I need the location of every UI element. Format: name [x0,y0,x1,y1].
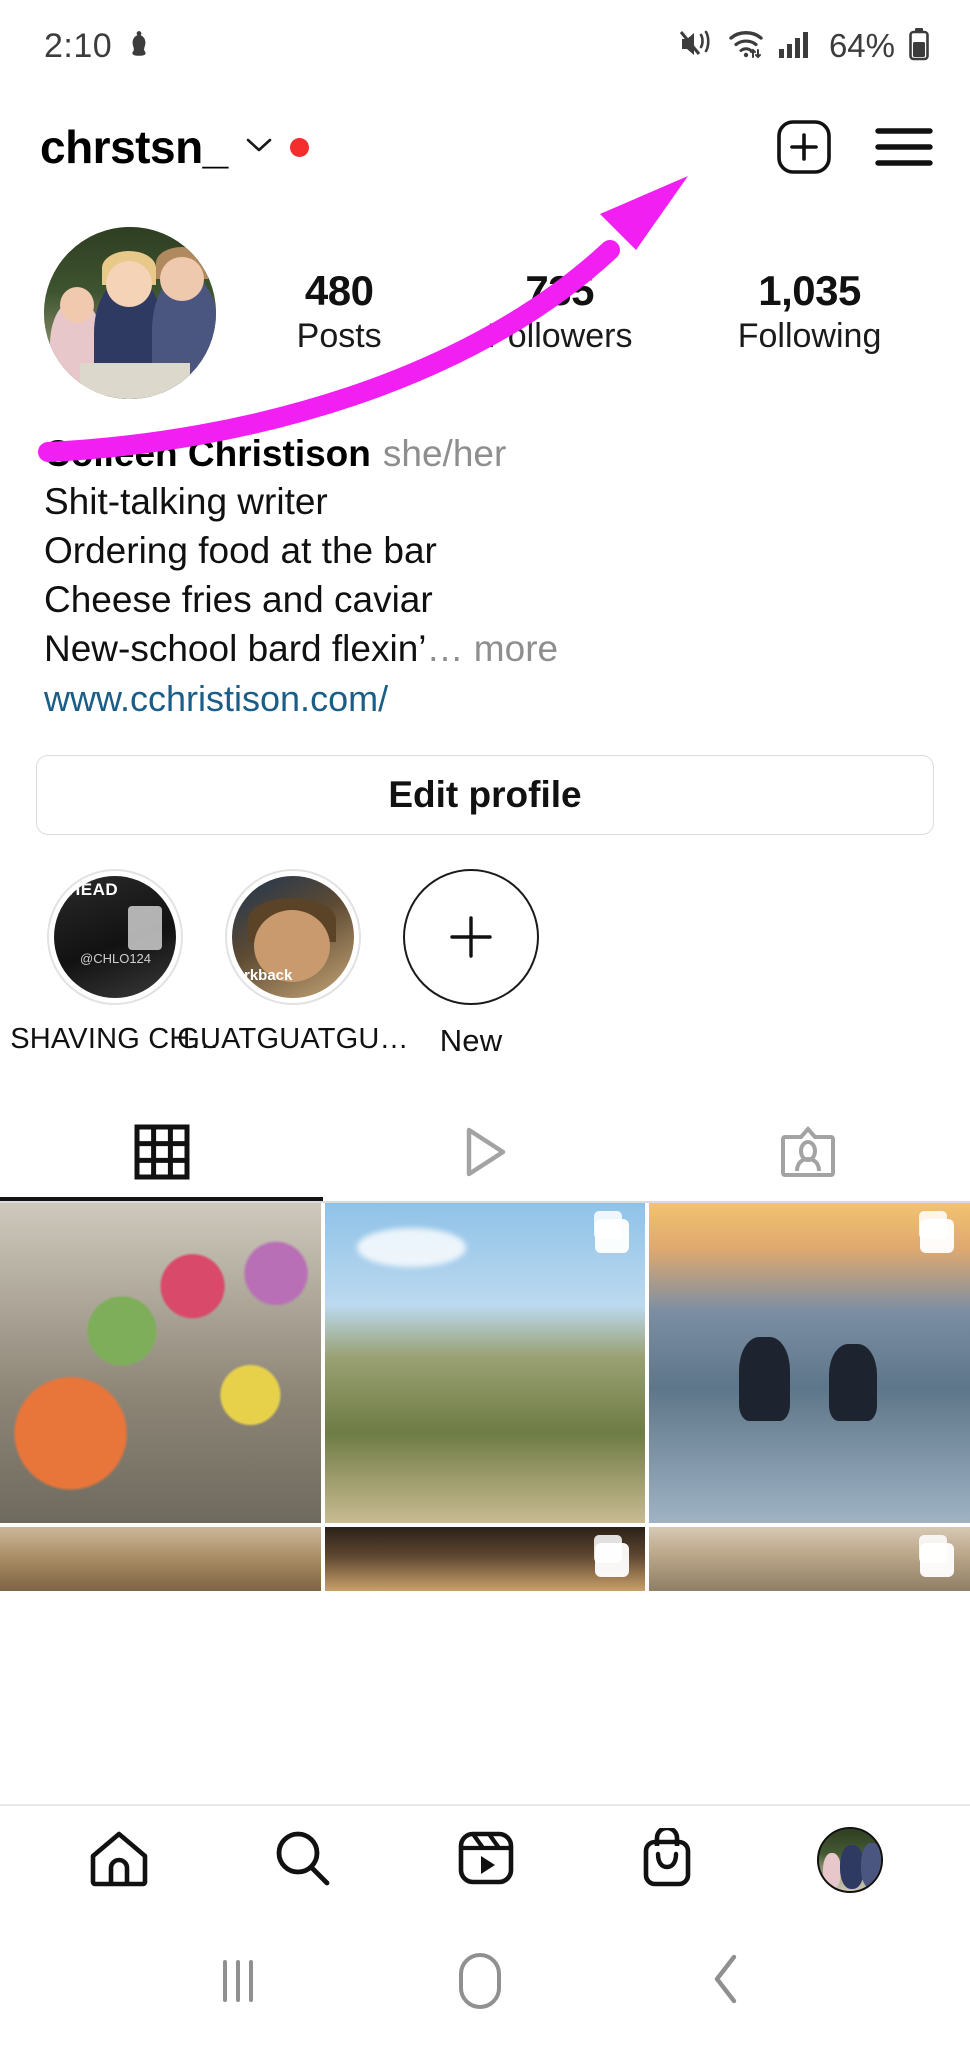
stat-following[interactable]: 1,035 Following [738,267,882,358]
grid-post-2[interactable] [324,1202,646,1524]
unread-dot-badge [289,137,309,157]
bio-line-1: Shit-talking writer [44,481,328,523]
grid-post-5[interactable] [324,1527,646,1592]
highlight-label-new: New [439,1022,503,1058]
edit-profile-button[interactable]: Edit profile [36,754,934,835]
display-name-row: Colleen Christison she/her [44,430,930,478]
reels-tab[interactable] [323,1109,646,1201]
search-icon[interactable] [272,1828,334,1893]
wifi-icon [727,28,765,65]
edit-profile-wrap: Edit profile [0,725,970,835]
profile-username[interactable]: chrstsn_ [40,120,228,174]
status-bar-right: 64% [678,27,930,66]
bio-truncated-text: New-school bard flexin’ [44,627,427,669]
cellular-signal-icon [778,29,812,64]
highlight-cover: HEAD @CHLO124 [54,875,176,998]
alarm-icon [126,29,152,64]
add-highlight-icon[interactable] [403,868,539,1005]
multi-photo-icon [594,1210,630,1253]
highlight-item-new[interactable]: New [382,868,560,1059]
battery-percent: 64% [828,27,895,64]
profile-stats: 480 Posts 735 Followers 1,035 Following [216,267,934,358]
status-bar: 2:10 64% [0,0,970,92]
profile-bio: Colleen Christison she/her Shit-talking w… [0,412,970,725]
menu-icon[interactable] [874,124,934,170]
highlight-ring: HEAD @CHLO124 [47,868,183,1005]
app-header: chrstsn_ [0,92,970,202]
tagged-tab[interactable] [647,1109,970,1201]
story-highlights: HEAD @CHLO124 SHAVING CH… rkback GUATGUA… [0,835,970,1059]
mute-vibrate-icon [678,28,714,65]
stat-followers[interactable]: 735 Followers [487,267,632,358]
following-label: Following [737,317,882,356]
profile-website-link[interactable]: www.cchristison.com/ [44,673,930,724]
highlight-watermark: rkback [244,966,293,984]
account-switcher[interactable]: chrstsn_ [40,120,309,174]
bottom-navigation-bar [0,1804,970,1914]
home-icon[interactable] [87,1828,151,1893]
multi-photo-icon [918,1210,954,1253]
highlight-item-2[interactable]: rkback GUATGUATGU… [177,868,409,1059]
highlight-ring: rkback [225,868,361,1005]
followers-count: 735 [525,267,594,315]
highlight-label: GUATGUATGU… [177,1022,409,1055]
reels-icon[interactable] [455,1828,517,1893]
recents-icon[interactable] [223,1960,253,2002]
status-bar-left: 2:10 [44,27,152,66]
grid-post-1[interactable] [0,1202,321,1524]
profile-avatar[interactable] [44,227,216,399]
instagram-profile-screen: 2:10 64% chrstsn_ 480 Posts 735 Follower… [0,0,970,2048]
grid-icon [134,1124,190,1185]
bio-line-4: New-school bard flexin’… more [44,625,930,674]
stat-posts[interactable]: 480 Posts [297,267,382,358]
profile-summary-row: 480 Posts 735 Followers 1,035 Following [0,202,970,412]
followers-label: Followers [486,317,633,356]
profile-content-tabs [0,1109,970,1201]
grid-post-6[interactable] [649,1527,970,1592]
back-chevron-icon[interactable] [707,1951,747,2012]
home-pill-icon[interactable] [459,1953,501,2009]
chevron-down-icon[interactable] [244,135,274,160]
posts-grid [0,1202,970,1592]
shop-bag-icon[interactable] [638,1825,696,1893]
highlight-cover: rkback [232,875,354,998]
bio-more-link[interactable]: more [474,628,558,669]
bio-line-2: Ordering food at the bar [44,529,437,571]
battery-icon [908,27,930,66]
grid-post-3[interactable] [649,1202,970,1524]
grid-tab[interactable] [0,1109,324,1201]
highlight-badge-text: HEAD [68,879,119,899]
pronouns: she/her [382,433,507,474]
status-time: 2:10 [44,26,113,65]
multi-photo-icon [594,1535,630,1578]
play-icon [458,1124,512,1185]
bio-line-3: Cheese fries and caviar [44,578,433,620]
tagged-person-icon [780,1124,836,1185]
following-count: 1,035 [758,267,861,315]
create-new-icon[interactable] [776,119,832,175]
posts-count: 480 [304,267,374,315]
profile-avatar-nav[interactable] [817,1827,884,1893]
display-name: Colleen Christison [44,433,371,474]
bio-ellipsis: … [426,627,464,669]
android-navigation-bar [0,1914,970,2048]
multi-photo-icon [918,1535,954,1578]
highlight-watermark: @CHLO124 [80,950,152,966]
grid-post-4[interactable] [0,1527,321,1592]
app-header-actions [776,119,934,175]
posts-label: Posts [296,317,382,356]
